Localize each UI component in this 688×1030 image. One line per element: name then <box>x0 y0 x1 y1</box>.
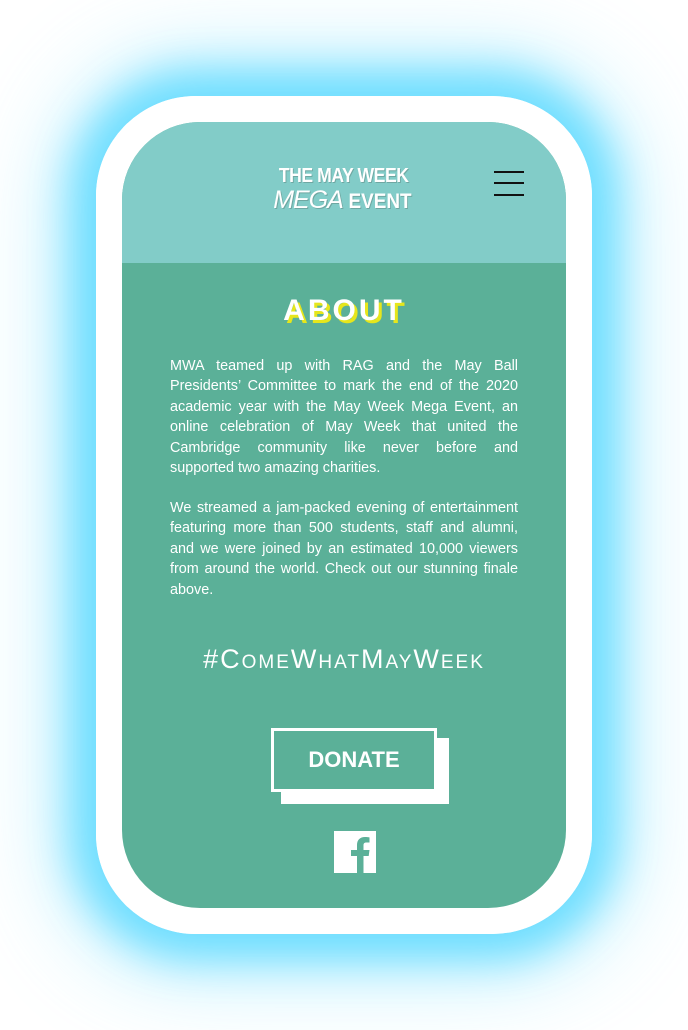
about-paragraph-2: We streamed a jam-packed evening of ente… <box>170 500 518 598</box>
logo-mega: MEGA <box>273 185 344 214</box>
page-title: ABOUT <box>283 294 405 327</box>
donate-button[interactable]: DONATE <box>271 728 437 792</box>
about-paragraph-1: MWA teamed up with RAG and the May Ball … <box>170 358 518 477</box>
logo-event: EVENT <box>348 189 412 213</box>
logo[interactable]: THE MAY WEEK MEGA EVENT <box>273 160 411 218</box>
hamburger-menu-icon[interactable] <box>492 167 528 203</box>
hashtag: #ComeWhatMayWeek <box>203 644 485 674</box>
site-header: THE MAY WEEK MEGA EVENT <box>122 122 566 263</box>
logo-line-2: MEGA EVENT <box>273 185 415 214</box>
phone-screen: THE MAY WEEK MEGA EVENT ABOUT MWA teamed… <box>122 122 566 908</box>
facebook-icon[interactable] <box>334 831 376 873</box>
logo-line-1: THE MAY WEEK <box>279 164 409 187</box>
